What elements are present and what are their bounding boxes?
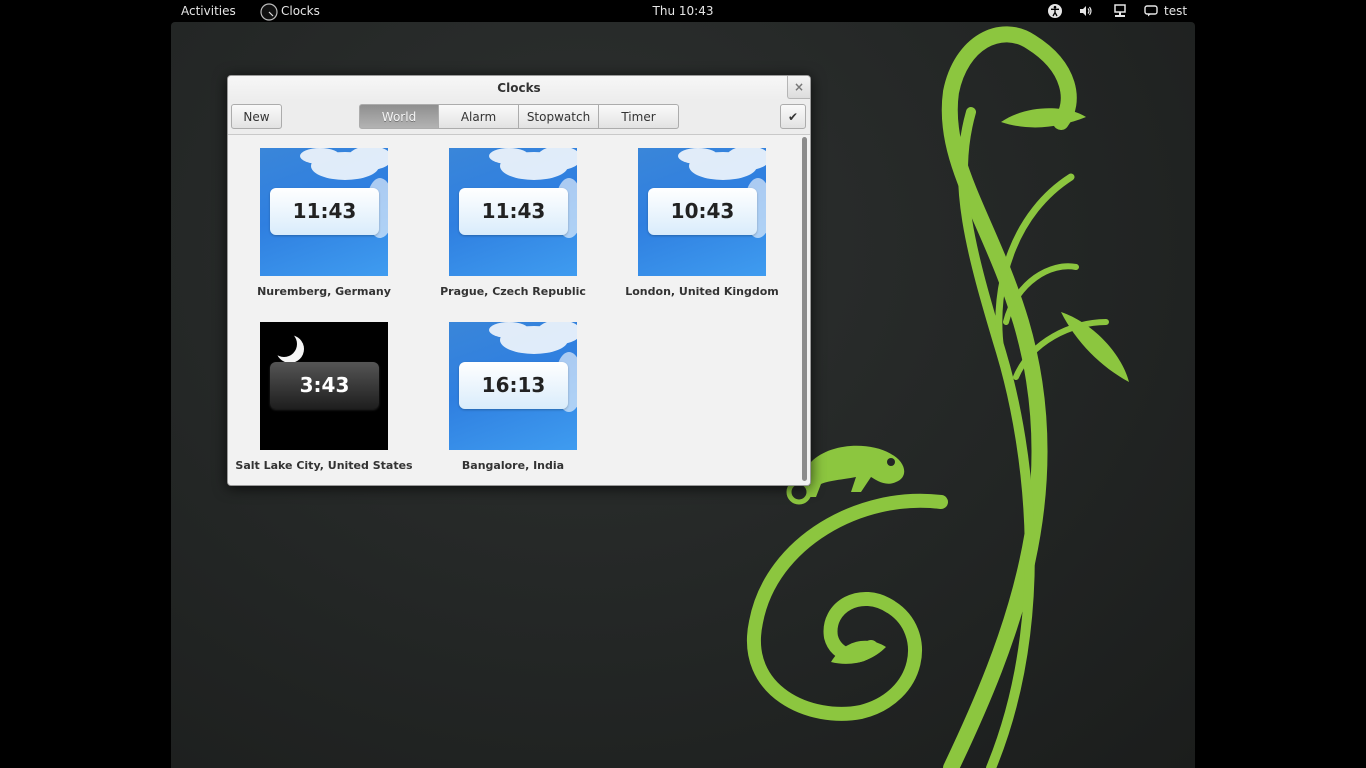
clock-thumbnail-day: 16:13 [449, 322, 577, 450]
user-name: test [1164, 4, 1188, 18]
volume-icon[interactable] [1078, 3, 1094, 19]
close-button[interactable]: × [787, 76, 810, 99]
top-bar: Activities Clocks Thu 10:43 test [0, 0, 1366, 22]
app-menu-label: Clocks [281, 4, 320, 18]
window-titlebar[interactable]: Clocks [228, 76, 810, 100]
tab-alarm[interactable]: Alarm [439, 104, 519, 129]
accessibility-icon[interactable] [1047, 3, 1063, 19]
tab-timer[interactable]: Timer [599, 104, 679, 129]
clock-time: 10:43 [648, 188, 757, 235]
date-time-menu[interactable]: Thu 10:43 [653, 4, 714, 18]
scrollbar-thumb[interactable] [802, 137, 807, 481]
user-chat-icon [1144, 5, 1158, 17]
selection-mode-button[interactable]: ✔ [780, 104, 806, 129]
vertical-scrollbar[interactable] [801, 135, 807, 481]
clock-city: Bangalore, India [461, 459, 565, 472]
clock-thumbnail-day: 11:43 [449, 148, 577, 276]
network-icon[interactable] [1112, 3, 1128, 19]
app-menu[interactable]: Clocks [259, 0, 320, 22]
clock-city: Nuremberg, Germany [257, 285, 391, 298]
clock-tile-salt-lake-city[interactable]: 3:43 Salt Lake City, United States [229, 309, 419, 479]
clock-thumbnail-day: 11:43 [260, 148, 388, 276]
clock-city: Prague, Czech Republic [440, 285, 586, 298]
clock-city: London, United Kingdom [625, 285, 779, 298]
header-toolbar: New World Alarm Stopwatch Timer ✔ [228, 100, 810, 135]
tab-stopwatch[interactable]: Stopwatch [519, 104, 599, 129]
activities-button[interactable]: Activities [181, 0, 236, 22]
clock-tile-nuremberg[interactable]: 11:43 Nuremberg, Germany [229, 135, 419, 305]
world-clocks-grid: 11:43 Nuremberg, Germany 11:43 Prague, C… [228, 135, 810, 485]
close-icon: × [793, 80, 805, 94]
new-button[interactable]: New [231, 104, 282, 129]
clocks-window: Clocks × New World Alarm Stopwatch Timer… [227, 75, 811, 486]
clock-thumbnail-night: 3:43 [260, 322, 388, 450]
clocks-app-icon [260, 3, 278, 21]
clock-time: 3:43 [270, 362, 379, 409]
view-switcher: World Alarm Stopwatch Timer [359, 104, 679, 129]
checkmark-icon: ✔ [787, 110, 799, 124]
tab-world[interactable]: World [359, 104, 439, 129]
user-menu[interactable]: test [1144, 0, 1187, 22]
window-title: Clocks [497, 81, 541, 95]
clock-tile-london[interactable]: 10:43 London, United Kingdom [607, 135, 797, 305]
clock-time: 11:43 [459, 188, 568, 235]
clock-thumbnail-day: 10:43 [638, 148, 766, 276]
clock-tile-prague[interactable]: 11:43 Prague, Czech Republic [418, 135, 608, 305]
clock-city: Salt Lake City, United States [235, 459, 413, 472]
clock-tile-bangalore[interactable]: 16:13 Bangalore, India [418, 309, 608, 479]
clock-time: 16:13 [459, 362, 568, 409]
clock-time: 11:43 [270, 188, 379, 235]
